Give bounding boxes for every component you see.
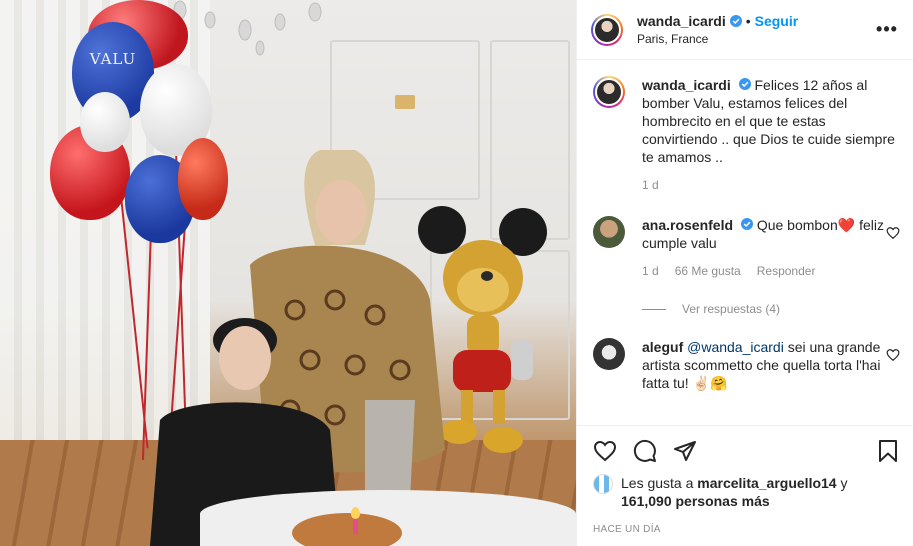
likes-summary: Les gusta a marcelita_arguello14 y 161,0… [593,474,900,510]
more-options-icon[interactable]: ••• [875,19,899,40]
likes-conjunction: y [836,475,848,491]
commenter-username[interactable]: ana.rosenfeld [642,217,733,233]
verified-badge-icon [740,218,753,230]
view-replies-label[interactable]: Ver respuestas (4) [682,302,780,316]
separator-dot: • [745,13,751,29]
reply-button[interactable]: Responder [757,262,816,280]
caption-age[interactable]: 1 d [642,176,659,194]
comment-age[interactable]: 1 d [642,262,659,280]
caption-username[interactable]: wanda_icardi [642,77,731,93]
heart-icon[interactable] [593,439,617,463]
comment-mention[interactable]: @wanda_icardi [687,339,784,355]
first-liker[interactable]: marcelita_arguello14 [697,475,836,491]
author-avatar[interactable] [593,76,625,108]
commenter-avatar[interactable] [593,216,625,248]
likes-prefix: Les gusta a [621,475,698,491]
view-replies[interactable]: Ver respuestas (4) [642,302,900,316]
comment-like-icon[interactable] [886,226,900,240]
other-likers[interactable]: 161,090 personas más [621,493,770,509]
verified-badge-icon [738,78,751,90]
post-header: wanda_icardi • Seguir Paris, France ••• [577,0,913,60]
post-sidebar: wanda_icardi • Seguir Paris, France ••• … [576,0,913,546]
comment-like-icon[interactable] [886,348,900,362]
liker-avatar[interactable] [593,474,613,494]
verified-badge-icon [729,15,742,27]
author-username[interactable]: wanda_icardi [637,13,726,29]
follow-button[interactable]: Seguir [755,13,799,29]
birthday-cake [292,513,402,546]
wall-lamp [395,95,415,109]
candle [353,518,358,534]
replies-divider [642,308,666,310]
bookmark-icon[interactable] [876,439,900,463]
author-avatar[interactable] [591,13,623,46]
post-location[interactable]: Paris, France [637,32,875,46]
post-actions: Les gusta a marcelita_arguello14 y 161,0… [577,425,913,535]
caption: wanda_icardi Felices 12 años al bomber V… [593,76,900,194]
comment-item: aleguf @wanda_icardi sei una grande arti… [593,338,900,392]
balloon-label: VALU [89,50,137,68]
candle-flame [351,507,360,519]
post-photo[interactable]: VALU [0,0,576,546]
commenter-username[interactable]: aleguf [642,339,683,355]
share-icon[interactable] [673,439,697,463]
white-balloon [80,92,130,152]
comment-icon[interactable] [633,439,657,463]
post-timestamp[interactable]: Hace un día [593,524,900,535]
comment-item: ana.rosenfeld Que bombon❤️ feliz cumple … [593,216,900,280]
comment-likes[interactable]: 66 Me gusta [675,262,741,280]
comments-list[interactable]: wanda_icardi Felices 12 años al bomber V… [577,60,913,425]
commenter-avatar[interactable] [593,338,625,370]
